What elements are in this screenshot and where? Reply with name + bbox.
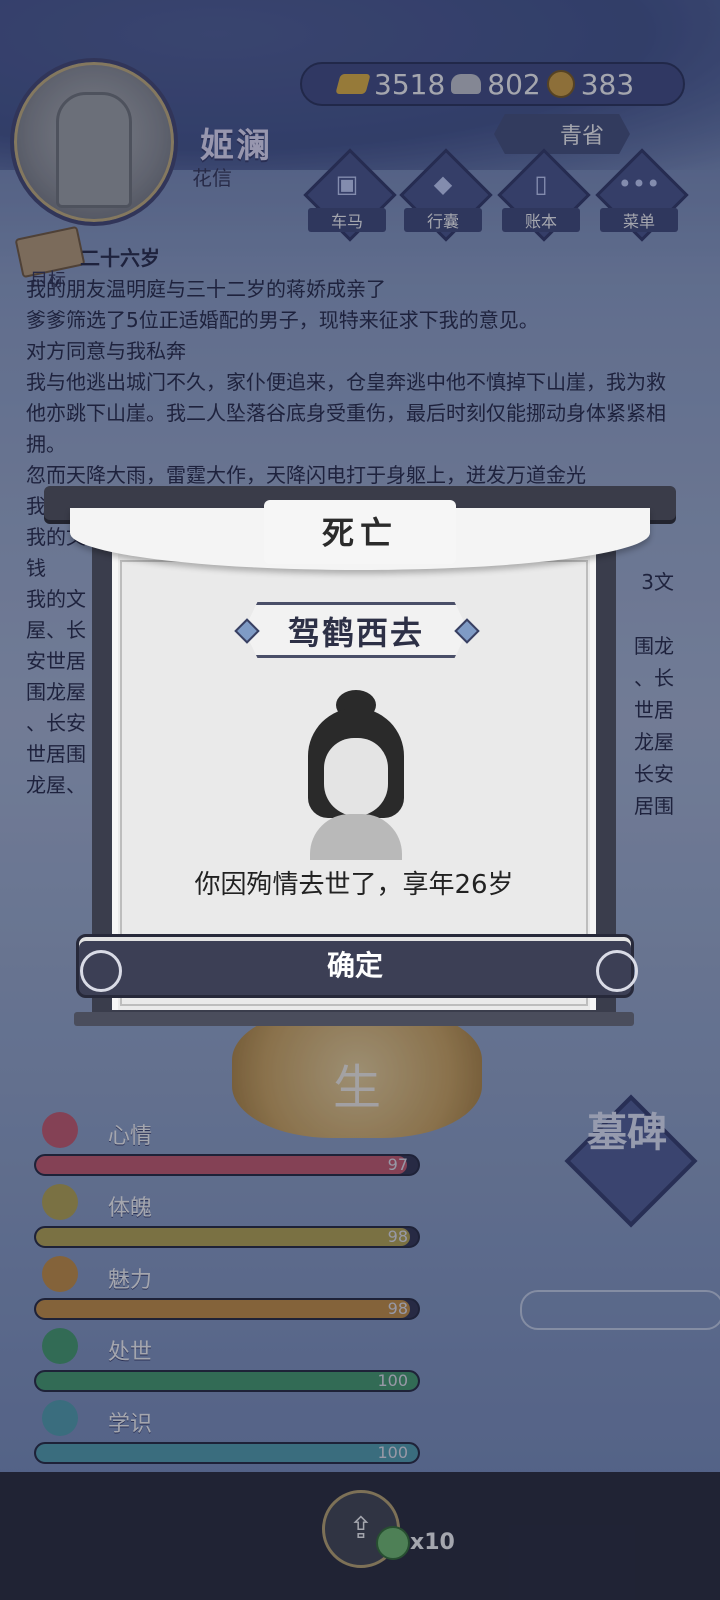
face xyxy=(324,738,388,816)
cloud-ornament-icon xyxy=(80,950,122,992)
character-portrait xyxy=(300,690,412,860)
robe xyxy=(310,814,402,860)
dialog-title: 死亡 xyxy=(321,514,398,552)
dialog-bottom-rail xyxy=(74,1012,634,1026)
cloud-ornament-icon xyxy=(596,950,638,992)
confirm-button[interactable]: 确定 xyxy=(76,934,634,998)
dialog-subtitle: 驾鹤西去 xyxy=(287,614,424,652)
death-message: 你因殉情去世了，享年26岁 xyxy=(194,870,514,900)
